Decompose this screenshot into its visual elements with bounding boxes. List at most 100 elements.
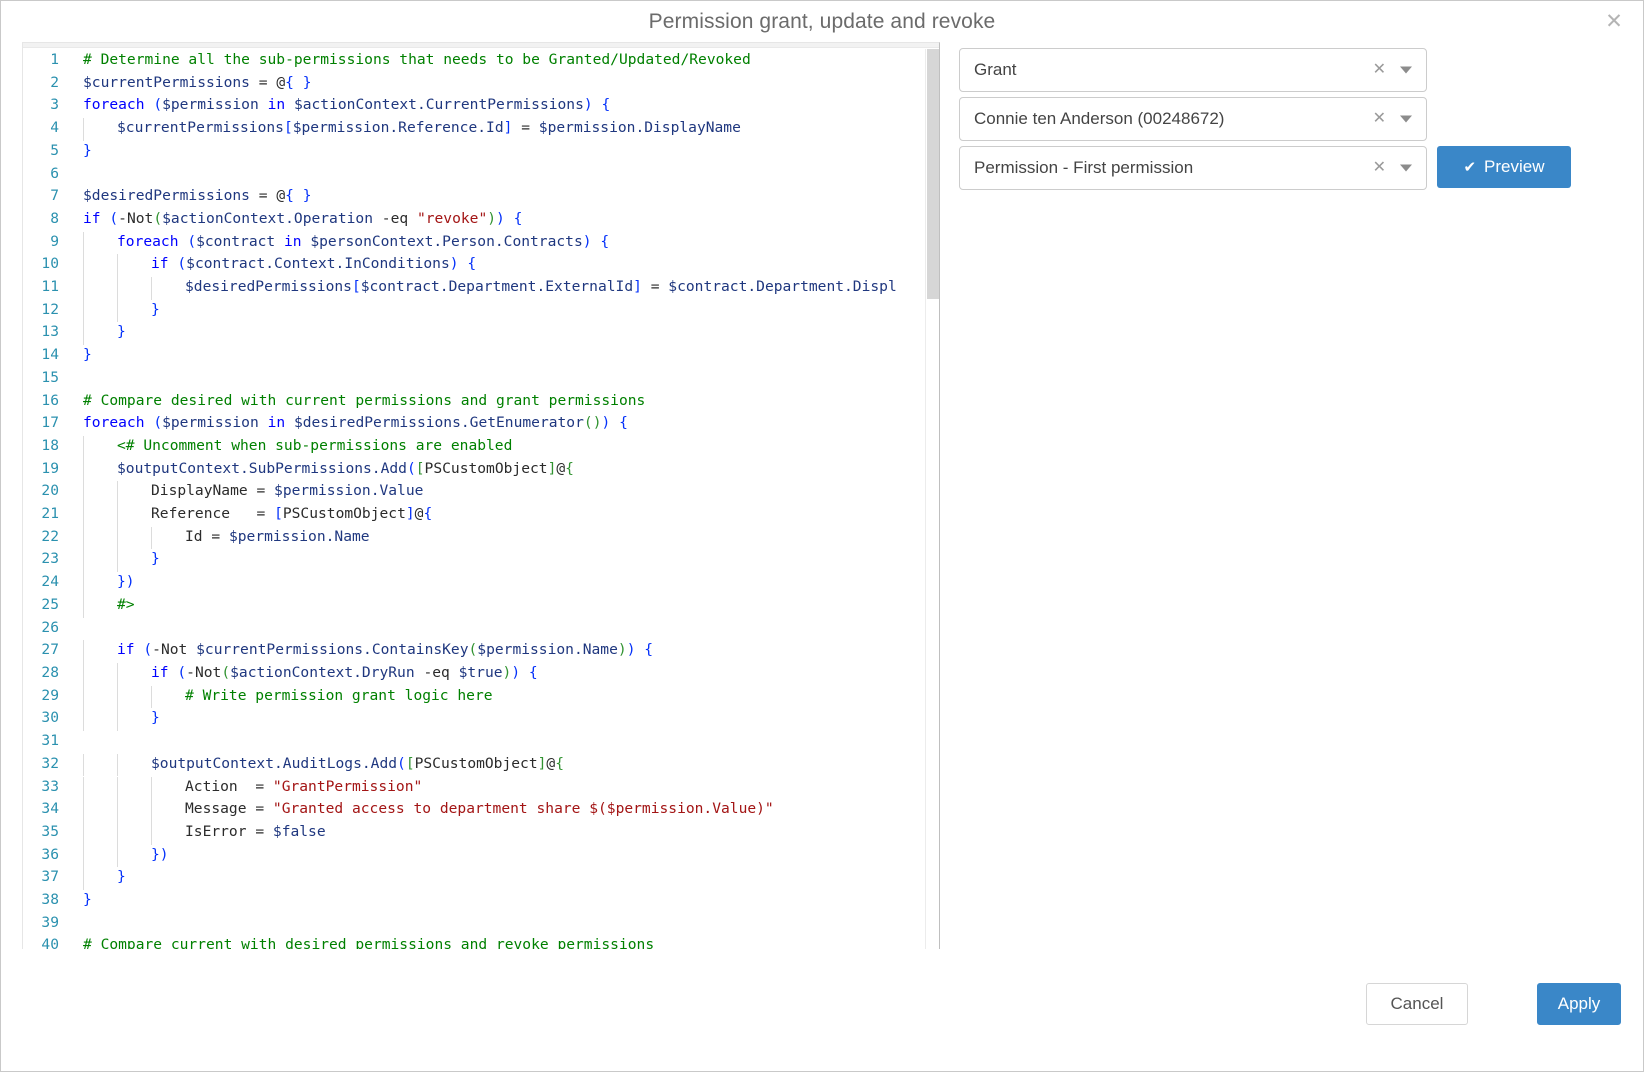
line-code[interactable]: if ($contract.Context.InConditions) { [70,253,897,278]
line-code[interactable]: $currentPermissions[$permission.Referenc… [70,117,897,141]
code-line: 25 #> [23,594,897,618]
line-code[interactable]: # Compare desired with current permissio… [70,390,897,413]
line-code[interactable]: }) [70,844,897,868]
operation-select[interactable]: Grant ✕ [959,48,1427,92]
clear-icon[interactable]: ✕ [1373,62,1386,78]
code-line: 34 Message = "Granted access to departmen… [23,798,897,822]
line-code[interactable]: $outputContext.AuditLogs.Add([PSCustomOb… [70,753,897,777]
code-line: 5} [23,140,897,163]
line-number: 33 [41,777,59,795]
line-number: 21 [41,505,59,523]
line-number: 30 [41,709,59,727]
line-number: 31 [41,732,59,750]
close-icon[interactable]: ✕ [1597,6,1631,36]
line-code[interactable]: if (-Not $currentPermissions.ContainsKey… [70,639,897,663]
line-code[interactable]: Id = $permission.Name [70,526,897,550]
code-line: 4 $currentPermissions[$permission.Referen… [23,117,897,141]
operation-select-row: Grant ✕ [959,48,1427,92]
line-code[interactable]: } [70,140,897,163]
line-code[interactable]: Reference = [PSCustomObject]@{ [70,503,897,527]
line-code[interactable]: if (-Not($actionContext.Operation -eq "r… [70,208,897,231]
line-code[interactable]: $desiredPermissions[$contract.Department… [70,276,897,300]
line-number: 32 [41,754,59,772]
chevron-down-icon[interactable] [1400,66,1412,74]
line-code[interactable]: Message = "Granted access to department … [70,798,897,822]
code-line: 30} [23,707,897,732]
code-line: 12} [23,299,897,323]
code-line: 23} [23,548,897,573]
code-line: 26 [23,617,897,640]
line-code[interactable]: }) [70,571,897,595]
line-code[interactable]: $outputContext.SubPermissions.Add([PSCus… [70,458,897,482]
line-code[interactable] [70,367,897,390]
line-code[interactable]: } [70,707,897,732]
line-code[interactable]: foreach ($contract in $personContext.Per… [70,231,897,255]
line-number: 39 [41,913,59,931]
preview-button[interactable]: ✔ Preview [1437,146,1571,188]
code-line: 18 <# Uncomment when sub-permissions are … [23,435,897,459]
permission-select-row: Permission - First permission ✕ [959,146,1427,190]
chevron-down-icon[interactable] [1400,164,1412,172]
apply-button[interactable]: Apply [1537,983,1621,1025]
cancel-button[interactable]: Cancel [1366,983,1468,1025]
line-number: 27 [41,641,59,659]
permission-select-value: Permission - First permission [974,158,1194,177]
code-line: 31 [23,730,897,753]
line-code[interactable]: } [70,321,897,346]
line-code[interactable]: DisplayName = $permission.Value [70,480,897,505]
code-line: 39 [23,912,897,935]
line-number: 15 [41,368,59,386]
line-code[interactable] [70,617,897,640]
line-number: 6 [50,164,59,182]
line-number: 9 [50,232,59,250]
line-number: 20 [41,482,59,500]
code-line: 13} [23,321,897,346]
permission-select[interactable]: Permission - First permission ✕ [959,146,1427,190]
line-code[interactable]: if (-Not($actionContext.DryRun -eq $true… [70,662,897,686]
code-editor[interactable]: 1 # Determine all the sub-permissions tha… [22,42,940,949]
line-code[interactable]: $desiredPermissions = @{ } [70,185,897,208]
line-number: 10 [41,255,59,273]
line-code[interactable]: foreach ($permission in $desiredPermissi… [70,412,897,435]
line-code[interactable]: } [70,866,897,890]
clear-icon[interactable]: ✕ [1373,111,1386,127]
line-code[interactable]: } [70,548,897,573]
line-code[interactable]: <# Uncomment when sub-permissions are en… [70,435,897,459]
line-code[interactable]: # Write permission grant logic here [70,685,897,709]
clear-icon[interactable]: ✕ [1373,160,1386,176]
code-scroll-area[interactable]: 1 # Determine all the sub-permissions tha… [23,49,939,949]
line-code[interactable] [70,163,897,186]
chevron-down-icon[interactable] [1400,115,1412,123]
code-line: 40 # Compare current with desired permiss… [23,934,897,949]
line-code[interactable] [70,912,897,935]
dialog-footer: Cancel Apply [1,955,1643,1071]
person-select[interactable]: Connie ten Anderson (00248672) ✕ [959,97,1427,141]
line-number: 40 [41,936,59,949]
line-code[interactable]: Action = "GrantPermission" [70,776,897,800]
line-code[interactable]: # Compare current with desired permissio… [70,934,897,949]
code-line: 14} [23,344,897,367]
scrollbar-thumb[interactable] [927,49,939,299]
code-line: 24}) [23,571,897,595]
code-line: 22 Id = $permission.Name [23,526,897,550]
line-code[interactable]: IsError = $false [70,821,897,845]
code-line: 8 if (-Not($actionContext.Operation -eq "… [23,208,897,231]
code-line: 21 Reference = [PSCustomObject]@{ [23,503,897,527]
code-line: 11 $desiredPermissions[$contract.Departme… [23,276,897,300]
page-title: Permission grant, update and revoke [648,10,996,33]
line-number: 23 [41,550,59,568]
line-code[interactable]: #> [70,594,897,618]
line-code[interactable]: foreach ($permission in $actionContext.C… [70,94,897,117]
line-number: 24 [41,573,59,591]
line-code[interactable]: } [70,889,897,912]
code-line: 36}) [23,844,897,868]
code-line: 7 $desiredPermissions = @{ } [23,185,897,208]
line-code[interactable] [70,730,897,753]
code-line: 37} [23,866,897,890]
line-code[interactable]: } [70,344,897,367]
line-code[interactable]: } [70,299,897,323]
editor-vertical-scrollbar[interactable] [925,49,939,949]
line-number: 12 [41,300,59,318]
line-code[interactable]: # Determine all the sub-permissions that… [70,49,897,72]
line-code[interactable]: $currentPermissions = @{ } [70,72,897,95]
